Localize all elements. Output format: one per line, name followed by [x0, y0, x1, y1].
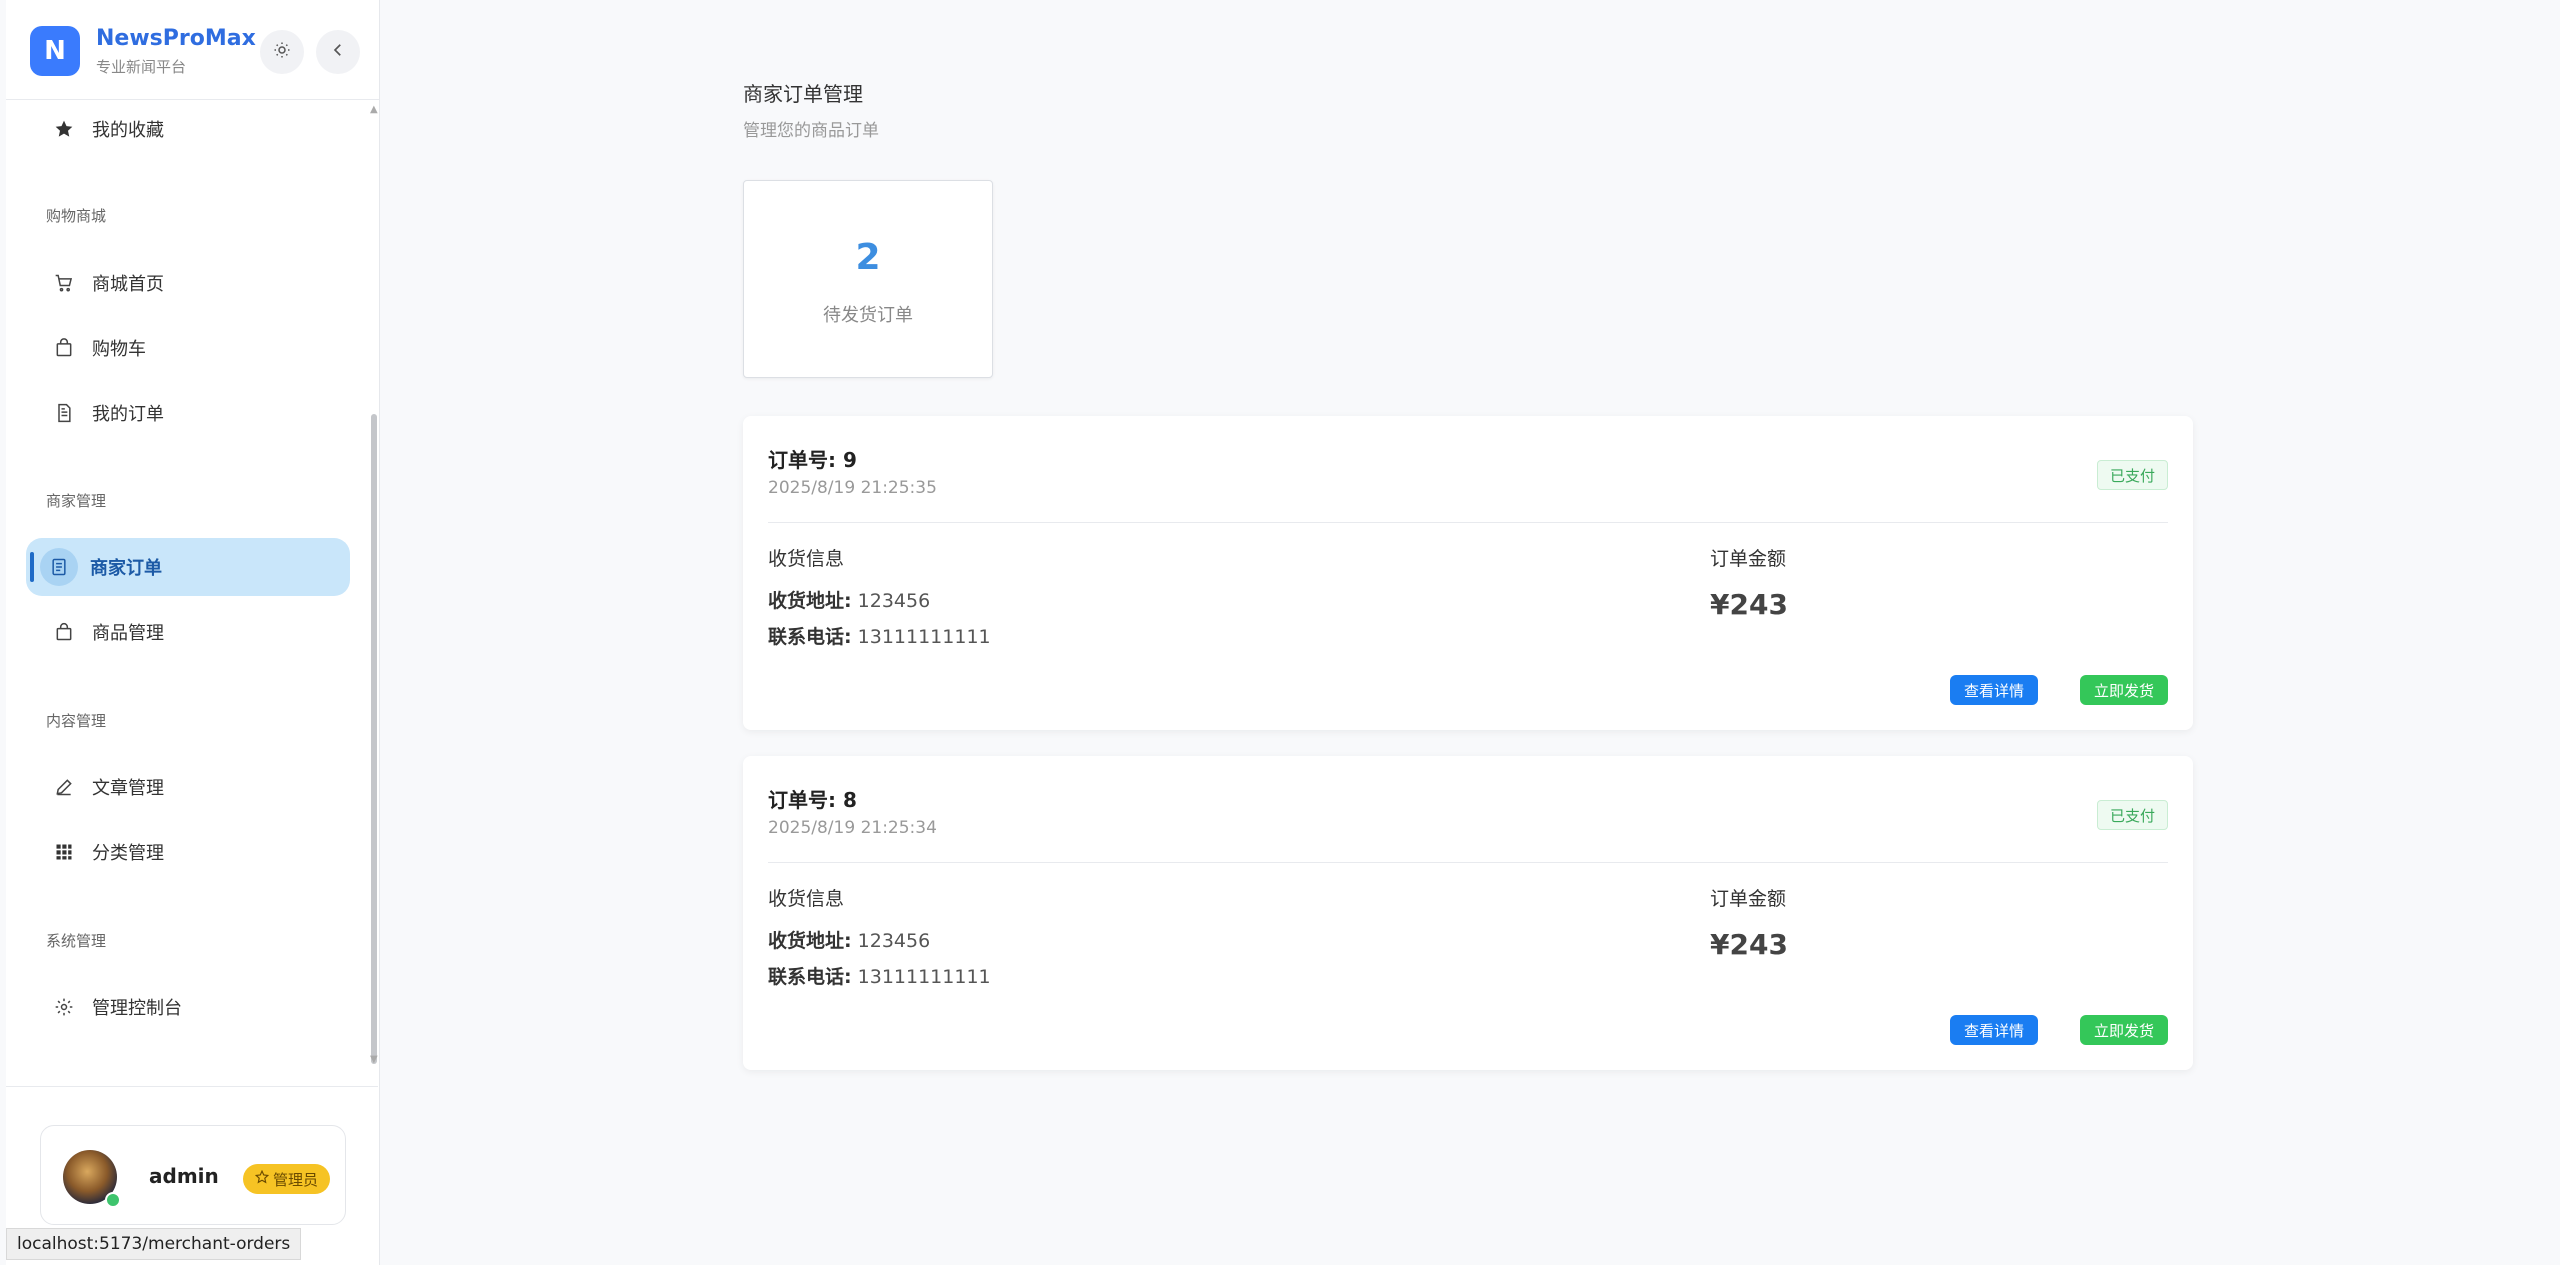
sidebar: N NewsProMax 专业新闻平台 我的收藏 购物商城 商城首页 购物车 我… — [6, 0, 380, 1265]
order-card: 订单号: 8 2025/8/19 21:25:34 已支付 收货信息 收货地址:… — [743, 756, 2193, 1070]
user-name: admin — [149, 1164, 219, 1188]
sidebar-nav: 我的收藏 购物商城 商城首页 购物车 我的订单 商家管理 商家订单 商品管理 内… — [6, 100, 378, 1085]
brand-name: NewsProMax — [96, 26, 256, 51]
user-card[interactable]: admin 管理员 — [40, 1125, 346, 1225]
sidebar-item-label: 购物车 — [92, 339, 146, 360]
sidebar-item-product-management[interactable]: 商品管理 — [26, 603, 350, 661]
order-time: 2025/8/19 21:25:34 — [768, 818, 937, 838]
status-bar-url: localhost:5173/merchant-orders — [6, 1228, 302, 1260]
shipping-info-title: 收货信息 — [768, 548, 845, 570]
cart-icon — [52, 271, 76, 295]
sidebar-item-merchant-orders[interactable]: 商家订单 — [26, 538, 350, 596]
main-content: 商家订单管理 管理您的商品订单 2 待发货订单 订单号: 9 2025/8/19… — [380, 0, 2560, 1265]
order-amount-title: 订单金额 — [1710, 888, 1787, 910]
nav-group-system: 系统管理 — [46, 932, 107, 950]
order-time: 2025/8/19 21:25:35 — [768, 478, 937, 498]
phone-value: 13111111111 — [857, 626, 991, 648]
divider — [768, 522, 2168, 523]
shopping-bag-icon — [52, 336, 76, 360]
app-logo[interactable]: N — [30, 26, 80, 76]
sidebar-item-label: 文章管理 — [92, 778, 164, 799]
document-list-icon — [40, 548, 78, 586]
sidebar-item-label: 我的订单 — [92, 404, 164, 425]
order-amount: ¥243 — [1710, 588, 1788, 621]
sidebar-scrollbar[interactable]: ▲ ▼ — [370, 100, 378, 1085]
online-status-indicator — [105, 1192, 121, 1208]
pending-orders-count: 2 — [855, 237, 881, 278]
ship-now-button[interactable]: 立即发货 — [2079, 675, 2168, 705]
phone-label: 联系电话: — [768, 626, 852, 648]
sidebar-item-my-orders[interactable]: 我的订单 — [26, 384, 350, 442]
nav-group-content: 内容管理 — [46, 712, 107, 730]
sidebar-item-label: 管理控制台 — [92, 998, 182, 1019]
address-value: 123456 — [857, 930, 931, 952]
shopping-bag-icon — [52, 620, 76, 644]
ship-now-button[interactable]: 立即发货 — [2079, 1015, 2168, 1045]
view-detail-button[interactable]: 查看详情 — [1949, 1015, 2038, 1045]
sidebar-item-label: 我的收藏 — [92, 120, 164, 141]
sidebar-item-cart[interactable]: 购物车 — [26, 319, 350, 377]
sidebar-item-admin-console[interactable]: 管理控制台 — [26, 978, 350, 1036]
sidebar-header: N NewsProMax 专业新闻平台 — [6, 0, 379, 100]
scroll-down-arrow-icon[interactable]: ▼ — [370, 1054, 378, 1065]
page-subtitle: 管理您的商品订单 — [743, 121, 879, 141]
sidebar-item-shop-home[interactable]: 商城首页 — [26, 254, 350, 312]
status-badge: 已支付 — [2096, 800, 2168, 830]
pen-icon — [52, 775, 76, 799]
sidebar-item-label: 商城首页 — [92, 274, 164, 295]
sidebar-item-category-management[interactable]: 分类管理 — [26, 823, 350, 881]
chevron-left-icon — [329, 40, 347, 64]
role-badge-label: 管理员 — [273, 1170, 319, 1189]
pending-orders-label: 待发货订单 — [823, 305, 913, 326]
sidebar-item-favorites[interactable]: 我的收藏 — [26, 100, 350, 158]
sidebar-item-label: 分类管理 — [92, 843, 164, 864]
address-label: 收货地址: — [768, 930, 852, 952]
status-badge: 已支付 — [2096, 460, 2168, 490]
view-detail-button[interactable]: 查看详情 — [1949, 675, 2038, 705]
sidebar-item-label: 商家订单 — [90, 558, 162, 579]
shipping-address: 收货地址: 123456 — [768, 926, 930, 953]
divider — [768, 862, 2168, 863]
phone-value: 13111111111 — [857, 966, 991, 988]
shipping-info-title: 收货信息 — [768, 888, 845, 910]
star-outline-icon — [254, 1169, 270, 1188]
contact-phone: 联系电话: 13111111111 — [768, 962, 991, 989]
order-number: 订单号: 8 — [768, 788, 857, 812]
document-icon — [52, 401, 76, 425]
star-icon — [52, 117, 76, 141]
sun-icon — [273, 40, 291, 64]
active-indicator — [30, 552, 34, 582]
role-badge: 管理员 — [243, 1164, 331, 1194]
pending-orders-stat-card: 2 待发货订单 — [743, 180, 993, 378]
contact-phone: 联系电话: 13111111111 — [768, 622, 991, 649]
scroll-up-arrow-icon[interactable]: ▲ — [370, 104, 378, 115]
order-amount-title: 订单金额 — [1710, 548, 1787, 570]
collapse-sidebar-button[interactable] — [316, 30, 360, 74]
sidebar-item-article-management[interactable]: 文章管理 — [26, 758, 350, 816]
address-value: 123456 — [857, 590, 931, 612]
nav-group-merchant: 商家管理 — [46, 492, 107, 510]
nav-group-shop: 购物商城 — [46, 207, 107, 225]
theme-toggle-button[interactable] — [260, 30, 304, 74]
order-number: 订单号: 9 — [768, 448, 857, 472]
address-label: 收货地址: — [768, 590, 852, 612]
scrollbar-thumb[interactable] — [371, 414, 377, 1064]
grid-icon — [52, 840, 76, 864]
order-amount: ¥243 — [1710, 928, 1788, 961]
order-card: 订单号: 9 2025/8/19 21:25:35 已支付 收货信息 收货地址:… — [743, 416, 2193, 730]
shipping-address: 收货地址: 123456 — [768, 586, 930, 613]
brand-subtitle: 专业新闻平台 — [96, 58, 187, 76]
phone-label: 联系电话: — [768, 966, 852, 988]
gear-icon — [52, 995, 76, 1019]
page-title: 商家订单管理 — [743, 82, 863, 106]
sidebar-item-label: 商品管理 — [92, 623, 164, 644]
